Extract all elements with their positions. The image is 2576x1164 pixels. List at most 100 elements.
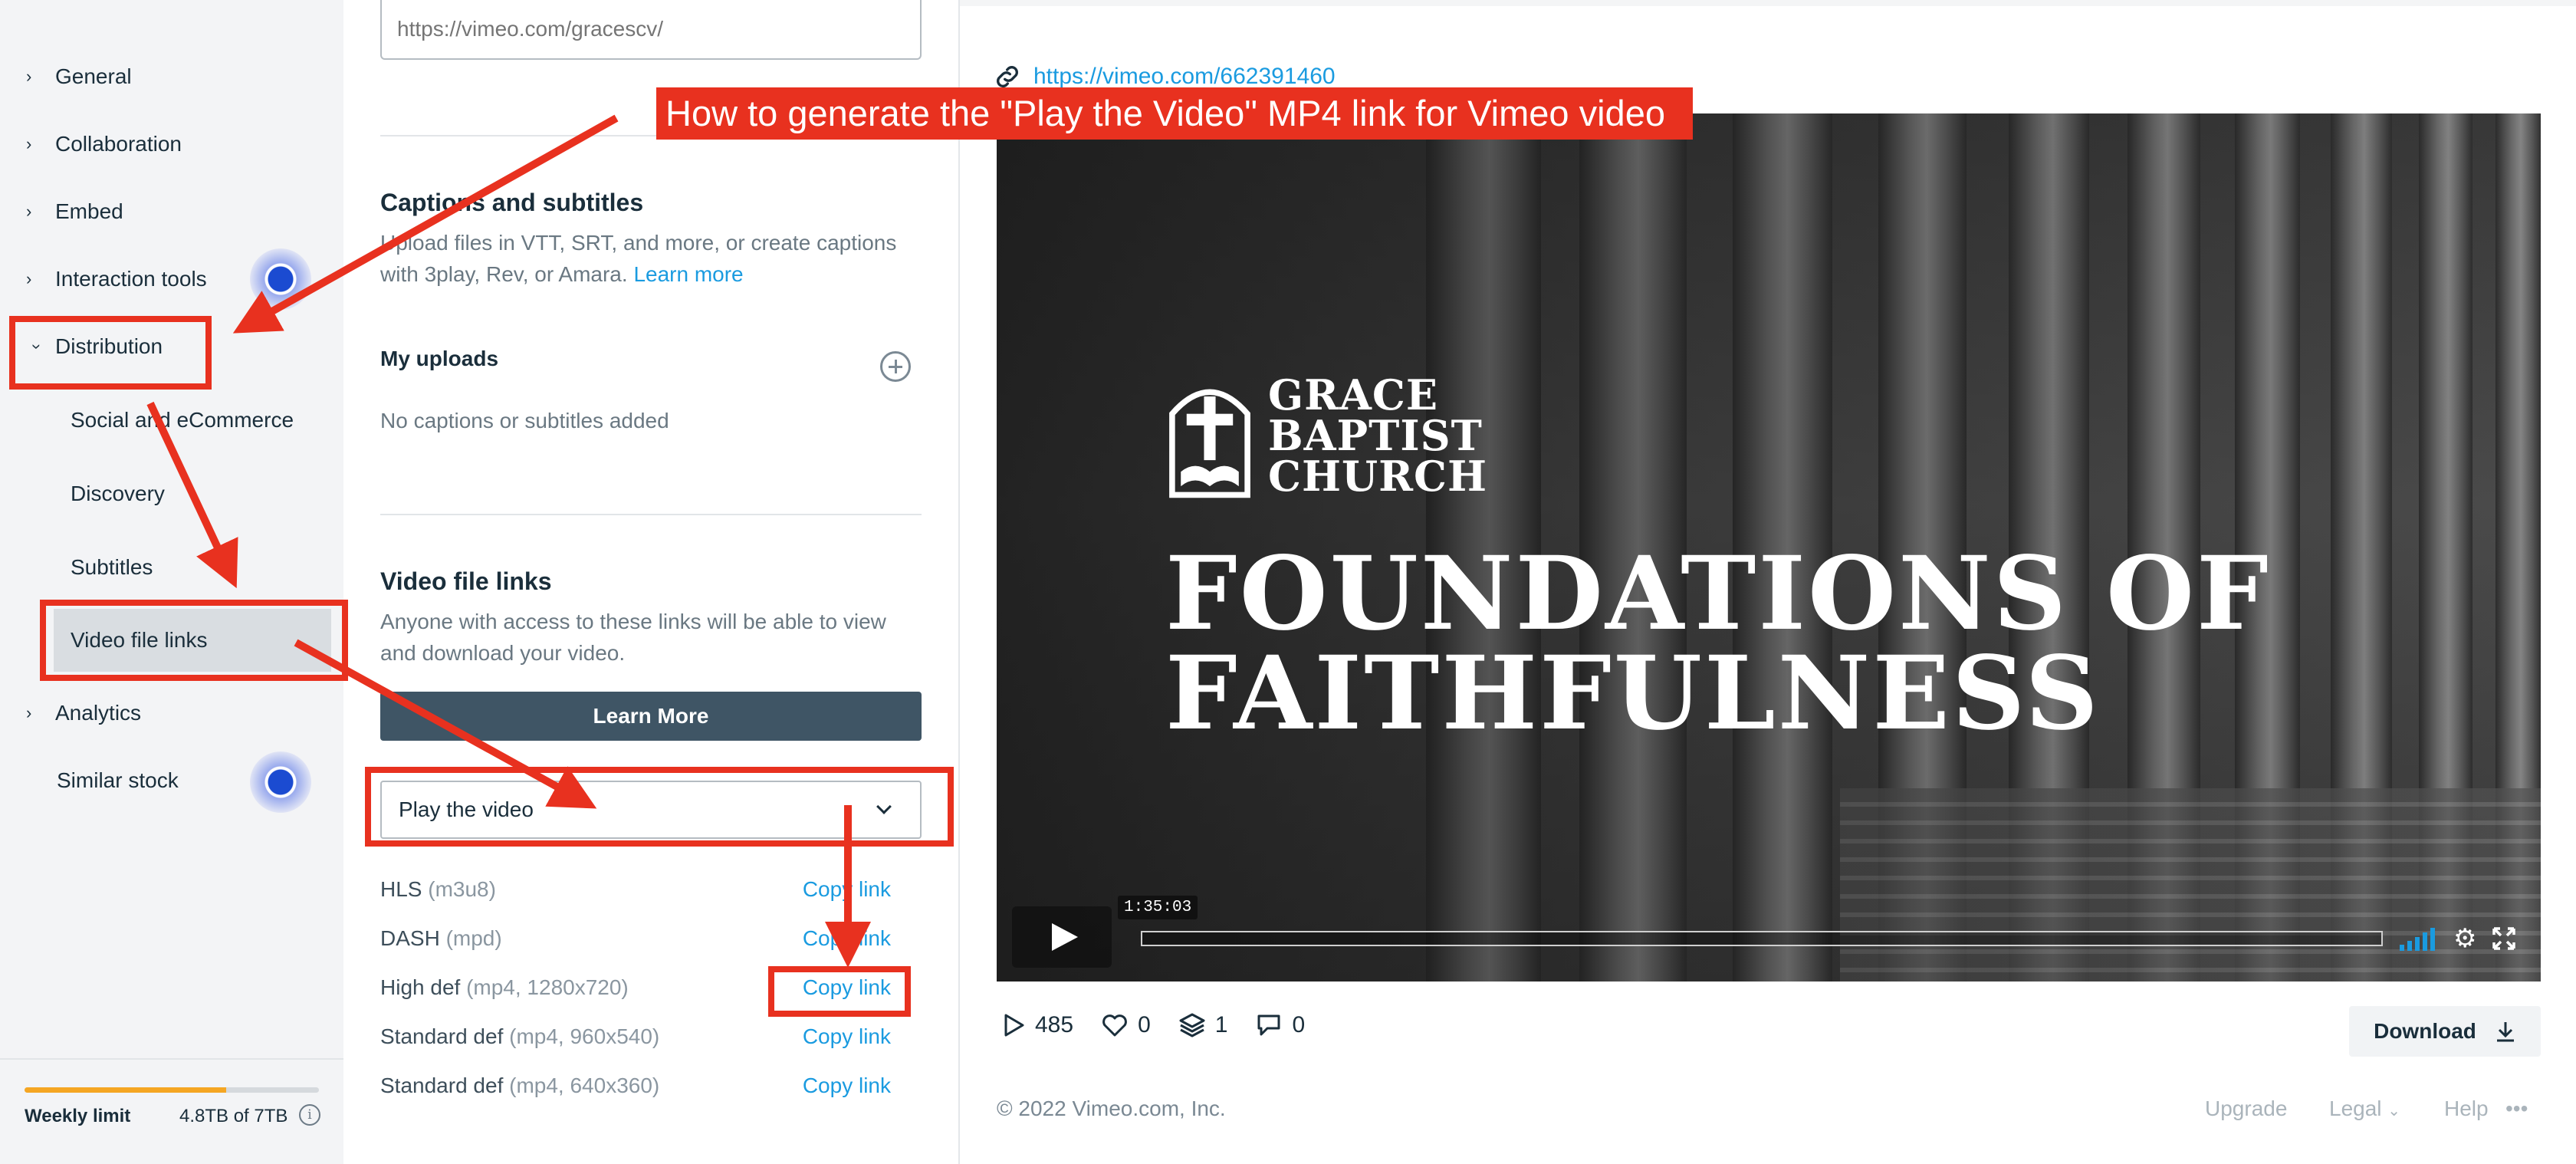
logo-line: CHURCH xyxy=(1268,451,1487,501)
comments-count: 0 xyxy=(1292,1012,1306,1037)
chevron-right-icon: › xyxy=(26,134,32,153)
chevron-right-icon: › xyxy=(26,67,32,86)
divider xyxy=(380,514,922,515)
file-link-name: High def xyxy=(380,975,461,999)
video-file-links-description: Anyone with access to these links will b… xyxy=(380,610,886,665)
new-feature-dot-icon[interactable] xyxy=(250,751,311,813)
settings-gear-icon[interactable]: ⚙ xyxy=(2453,926,2476,952)
sidebar-item-label: Similar stock xyxy=(57,768,179,792)
sidebar-item-general[interactable]: › General xyxy=(0,54,132,100)
download-label: Download xyxy=(2374,1019,2476,1043)
copy-link-button[interactable]: Copy link xyxy=(803,877,891,902)
highlight-select xyxy=(365,767,954,847)
chevron-right-icon: › xyxy=(26,269,32,288)
sidebar-subitem-discovery[interactable]: Discovery xyxy=(71,471,165,517)
settings-sidebar: › General › Collaboration › Embed › Inte… xyxy=(0,0,343,1164)
church-logo: GRACE BAPTIST CHURCH xyxy=(1165,370,1487,501)
file-link-row: HLS (m3u8) Copy link xyxy=(380,871,922,908)
church-emblem-icon xyxy=(1169,389,1250,498)
no-captions-text: No captions or subtitles added xyxy=(380,409,669,432)
custom-url-input[interactable] xyxy=(380,0,922,60)
download-button[interactable]: Download xyxy=(2349,1006,2541,1057)
church-name: GRACE BAPTIST CHURCH xyxy=(1268,374,1487,501)
file-link-detail: (mp4, 960x540) xyxy=(509,1024,660,1048)
copy-link-button[interactable]: Copy link xyxy=(803,1074,891,1098)
fullscreen-icon[interactable] xyxy=(2492,926,2516,951)
annotation-banner: How to generate the "Play the Video" MP4… xyxy=(656,87,1693,140)
file-link-detail: (mp4, 1280x720) xyxy=(466,975,629,999)
captions-learn-more-link[interactable]: Learn more xyxy=(633,262,743,286)
file-link-detail: (mp4, 640x360) xyxy=(509,1074,660,1097)
play-button[interactable] xyxy=(1012,906,1112,968)
copyright-text: © 2022 Vimeo.com, Inc. xyxy=(997,1097,1226,1120)
highlight-distribution xyxy=(9,316,212,390)
sidebar-item-label: Social and eCommerce xyxy=(71,408,294,432)
sidebar-item-label: Collaboration xyxy=(55,132,182,156)
sidebar-item-analytics[interactable]: › Analytics xyxy=(0,690,141,736)
sidebar-subitem-social[interactable]: Social and eCommerce xyxy=(71,397,294,443)
progress-track[interactable] xyxy=(1141,931,2383,946)
weekly-limit-label: Weekly limit xyxy=(25,1106,131,1126)
file-link-name: DASH xyxy=(380,926,440,950)
footer-link-label: Legal xyxy=(2329,1097,2382,1120)
file-link-row: Standard def (mp4, 640x360) Copy link xyxy=(380,1067,922,1104)
file-link-detail: (m3u8) xyxy=(428,877,496,901)
copy-link-button[interactable]: Copy link xyxy=(803,1024,891,1049)
file-link-row: Standard def (mp4, 960x540) Copy link xyxy=(380,1018,922,1055)
info-icon[interactable]: i xyxy=(299,1104,320,1126)
file-link-name: HLS xyxy=(380,877,422,901)
weekly-limit: Weekly limit 4.8TB of 7TB i xyxy=(0,1058,343,1164)
likes-count: 0 xyxy=(1138,1012,1151,1037)
play-count-icon xyxy=(1004,1014,1024,1037)
video-player[interactable]: GRACE BAPTIST CHURCH FOUNDATIONS OF FAIT… xyxy=(997,113,2541,982)
sidebar-item-label: Interaction tools xyxy=(55,267,207,291)
sidebar-item-embed[interactable]: › Embed xyxy=(0,189,123,235)
video-file-links-title: Video file links xyxy=(380,567,552,595)
layers-icon xyxy=(1179,1013,1205,1037)
add-upload-icon[interactable] xyxy=(880,351,911,382)
video-preview-area: https://vimeo.com/662391460 GRACE BAPTIS… xyxy=(960,0,2576,1164)
file-link-name: Standard def xyxy=(380,1074,504,1097)
page-footer: © 2022 Vimeo.com, Inc. Upgrade Legal ⌄ H… xyxy=(997,1097,2541,1127)
sidebar-item-similar-stock[interactable]: Similar stock xyxy=(57,758,179,804)
my-uploads-title: My uploads xyxy=(380,347,499,370)
highlight-video-file-links xyxy=(40,600,348,681)
chevron-right-icon: › xyxy=(26,202,32,221)
sidebar-subitem-subtitles[interactable]: Subtitles xyxy=(71,544,153,590)
learn-more-button[interactable]: Learn More xyxy=(380,692,922,741)
video-stats: 485 0 1 0 xyxy=(1003,1012,1332,1038)
sidebar-item-label: Discovery xyxy=(71,482,165,505)
weekly-limit-value: 4.8TB of 7TB xyxy=(179,1106,288,1126)
new-feature-dot-icon[interactable] xyxy=(250,248,311,310)
file-link-detail: (mpd) xyxy=(445,926,502,950)
video-headline: FOUNDATIONS OF FAITHFULNESS xyxy=(1165,534,2271,745)
plays-stat[interactable]: 485 xyxy=(1003,1012,1073,1038)
collections-count: 1 xyxy=(1214,1012,1228,1037)
likes-stat[interactable]: 0 xyxy=(1101,1012,1151,1038)
comment-icon xyxy=(1257,1014,1280,1036)
volume-icon[interactable] xyxy=(2400,926,2440,951)
footer-link-legal[interactable]: Legal ⌄ xyxy=(2329,1097,2400,1121)
footer-link-help[interactable]: Help xyxy=(2444,1097,2489,1121)
sidebar-item-label: Analytics xyxy=(55,701,142,725)
play-icon xyxy=(1052,923,1078,951)
heart-icon xyxy=(1102,1014,1127,1037)
logo-line: BAPTIST xyxy=(1268,410,1483,460)
more-menu-icon[interactable]: ••• xyxy=(2505,1097,2528,1121)
headline-line: FOUNDATIONS OF xyxy=(1165,534,2271,653)
file-link-name: Standard def xyxy=(380,1024,504,1048)
sidebar-item-label: Embed xyxy=(55,199,123,223)
video-url-text[interactable]: https://vimeo.com/662391460 xyxy=(1033,64,1336,90)
download-icon xyxy=(2496,1022,2514,1042)
weekly-limit-fill xyxy=(25,1087,227,1093)
weekly-limit-bar xyxy=(25,1087,319,1093)
footer-link-upgrade[interactable]: Upgrade xyxy=(2205,1097,2287,1121)
copy-link-button[interactable]: Copy link xyxy=(803,926,891,951)
highlight-copy-link xyxy=(768,966,911,1017)
collections-stat[interactable]: 1 xyxy=(1178,1012,1228,1038)
sidebar-item-interaction-tools[interactable]: › Interaction tools xyxy=(0,256,207,302)
plays-count: 485 xyxy=(1035,1012,1074,1037)
video-duration: 1:35:03 xyxy=(1118,896,1198,919)
sidebar-item-collaboration[interactable]: › Collaboration xyxy=(0,121,182,167)
comments-stat[interactable]: 0 xyxy=(1255,1012,1305,1038)
